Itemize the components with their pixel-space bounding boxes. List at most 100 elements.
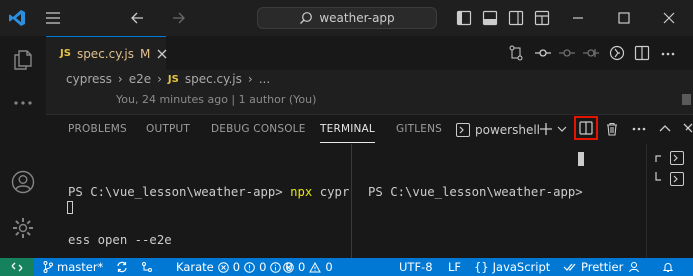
remote-indicator[interactable] xyxy=(0,258,34,276)
terminal-line: PS C:\vue_lesson\weather-app> npx cypr xyxy=(68,184,349,200)
git-graph-button[interactable] xyxy=(141,258,153,276)
manage-gear-icon[interactable] xyxy=(11,216,35,240)
javascript-file-icon: JS xyxy=(167,73,179,85)
minimap-slider[interactable] xyxy=(682,94,691,105)
terminal-prompt: PS C:\vue_lesson\weather-app> xyxy=(68,185,291,199)
encoding[interactable]: UTF-8 xyxy=(399,258,433,276)
shell-label: powershell xyxy=(475,123,540,137)
previous-revision-icon[interactable] xyxy=(559,45,575,61)
new-terminal-plus-icon[interactable] xyxy=(539,122,553,136)
prettier-status[interactable]: Prettier xyxy=(563,258,623,276)
double-check-icon xyxy=(563,262,577,272)
terminal-tabs-divider xyxy=(646,144,647,258)
forward-arrow-icon[interactable] xyxy=(172,11,186,25)
terminal-args: cypr xyxy=(312,185,350,199)
tab-output[interactable]: OUTPUT xyxy=(146,123,190,135)
breadcrumb-segment[interactable]: e2e xyxy=(129,72,151,86)
minimize-icon[interactable] xyxy=(571,11,585,25)
terminal-split-divider[interactable] xyxy=(351,144,352,258)
terminal-icon xyxy=(456,123,470,137)
karate-status[interactable]: Karate 0 0 0 xyxy=(176,258,293,276)
chevron-right-icon: › xyxy=(117,72,123,86)
tab-gitlens[interactable]: GITLENS xyxy=(396,123,442,135)
compare-previous-icon[interactable] xyxy=(535,45,551,61)
open-changes-icon[interactable] xyxy=(508,45,524,61)
customize-layout-icon[interactable] xyxy=(534,10,550,26)
remote-icon xyxy=(11,261,23,273)
terminal-cursor xyxy=(67,201,73,214)
toggle-panel-icon[interactable] xyxy=(482,10,498,26)
chevron-right-icon: › xyxy=(247,72,253,86)
breadcrumb-file[interactable]: spec.cy.js xyxy=(185,72,242,86)
terminal-line: ess open --e2e xyxy=(68,233,172,247)
modified-marker: M xyxy=(140,46,151,61)
next-revision-icon[interactable] xyxy=(583,45,599,61)
split-editor-icon[interactable] xyxy=(634,45,650,61)
karate-label: Karate xyxy=(176,260,214,274)
terminal-pane-left[interactable]: PS C:\vue_lesson\weather-app> npx cypr e… xyxy=(68,152,349,264)
vscode-logo-icon xyxy=(8,9,26,27)
trash-icon[interactable] xyxy=(605,122,619,136)
warning-icon xyxy=(244,261,255,273)
chevron-down-icon[interactable] xyxy=(557,125,567,133)
accounts-status[interactable] xyxy=(628,258,640,276)
karate-warning-count: 0 xyxy=(259,260,267,274)
activity-bar xyxy=(0,36,46,258)
tab-debug-console[interactable]: DEBUG CONSOLE xyxy=(211,123,306,135)
maximize-panel-icon[interactable] xyxy=(659,124,671,134)
breadcrumb: cypress › e2e › JS spec.cy.js › ... xyxy=(66,72,270,86)
maximize-icon[interactable] xyxy=(617,11,631,25)
bell-icon xyxy=(662,261,674,273)
close-tab-icon[interactable] xyxy=(156,48,168,60)
search-icon xyxy=(299,11,313,25)
terminal-line: PS C:\vue_lesson\weather-app> xyxy=(368,184,590,200)
error-count: 0 xyxy=(298,260,306,274)
error-icon xyxy=(217,261,229,273)
account-icon[interactable] xyxy=(11,170,35,194)
breadcrumb-segment[interactable]: cypress xyxy=(66,72,112,86)
close-window-icon[interactable] xyxy=(662,11,676,25)
more-actions-icon[interactable] xyxy=(632,127,646,131)
terminal-command: npx xyxy=(290,185,313,199)
notifications-button[interactable] xyxy=(662,258,674,276)
error-icon xyxy=(283,261,294,273)
javascript-file-icon: JS xyxy=(60,48,71,59)
git-branch-icon xyxy=(43,261,53,273)
terminal-prompt: PS C:\vue_lesson\weather-app> xyxy=(368,185,591,199)
terminal-tab-item[interactable] xyxy=(653,150,689,188)
toggle-primary-sidebar-icon[interactable] xyxy=(456,10,472,26)
breadcrumb-more[interactable]: ... xyxy=(259,72,270,86)
language-mode[interactable]: {} JavaScript xyxy=(474,258,550,276)
git-branch[interactable]: master* xyxy=(43,258,103,276)
back-arrow-icon[interactable] xyxy=(130,11,144,25)
status-bar: master* Karate 0 0 0 0 0 UTF xyxy=(0,258,693,276)
close-panel-icon[interactable] xyxy=(683,123,693,135)
split-terminal-button[interactable] xyxy=(574,116,598,140)
branch-name: master* xyxy=(57,260,104,274)
command-center-search[interactable]: weather-app xyxy=(257,7,437,29)
toggle-file-blame-icon[interactable] xyxy=(609,45,625,61)
toggle-secondary-sidebar-icon[interactable] xyxy=(508,10,524,26)
karate-error-count: 0 xyxy=(232,260,241,274)
tab-spec-cy-js[interactable]: JS spec.cy.js M xyxy=(46,36,168,70)
terminal-cursor xyxy=(578,152,584,166)
person-icon xyxy=(628,261,640,273)
warning-count: 0 xyxy=(325,260,333,274)
sync-button[interactable] xyxy=(116,258,128,276)
codelens-blame[interactable]: You, 24 minutes ago | 1 author (You) xyxy=(116,93,316,106)
braces-icon: {} xyxy=(474,260,489,274)
menu-icon[interactable] xyxy=(45,11,61,25)
more-actions-icon[interactable] xyxy=(661,52,675,56)
split-terminal-icon xyxy=(579,121,593,135)
problems-status[interactable]: 0 0 xyxy=(283,258,333,276)
explorer-icon[interactable] xyxy=(12,49,34,71)
terminal-pane-right[interactable]: PS C:\vue_lesson\weather-app> xyxy=(368,152,590,216)
tab-terminal[interactable]: TERMINAL xyxy=(320,123,375,143)
tab-filename: spec.cy.js xyxy=(76,46,134,61)
more-views-icon[interactable] xyxy=(12,98,34,108)
line-endings[interactable]: LF xyxy=(448,258,461,276)
language-label: JavaScript xyxy=(492,260,551,274)
tab-problems[interactable]: PROBLEMS xyxy=(68,123,127,135)
terminal-profile[interactable]: powershell xyxy=(456,121,540,139)
git-graph-icon xyxy=(141,261,153,273)
